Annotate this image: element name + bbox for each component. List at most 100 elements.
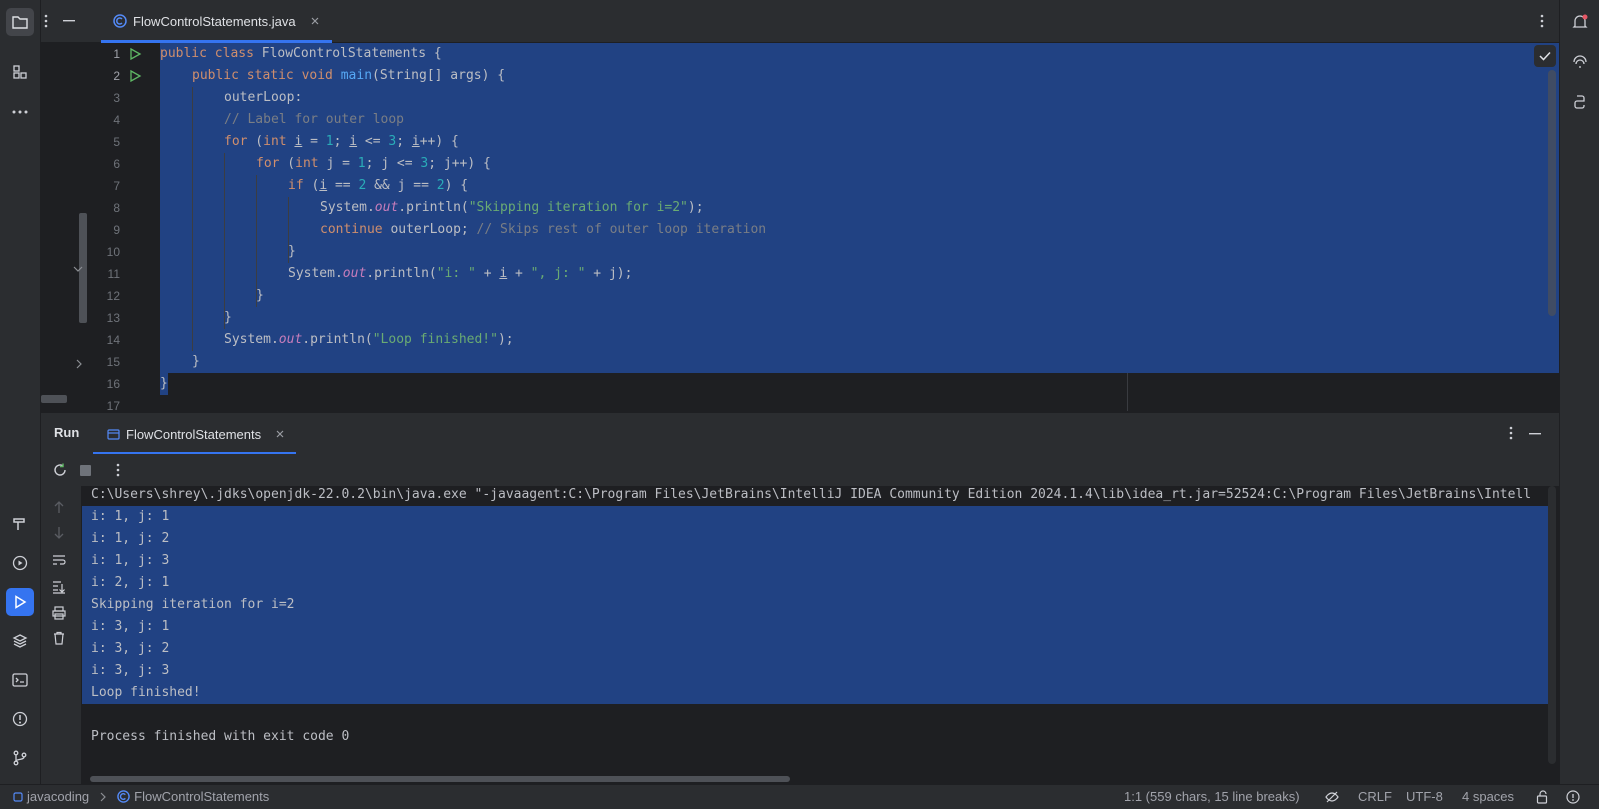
build-hammer-icon[interactable]	[6, 510, 34, 538]
console-output-line: i: 1, j: 3	[91, 553, 170, 568]
indent-guide	[224, 153, 225, 329]
horizontal-scroll-thumb[interactable]	[41, 395, 67, 403]
java-class-icon	[113, 14, 127, 28]
git-branch-icon[interactable]	[6, 744, 34, 772]
code-line-11: System.out.println("i: " + i + ", j: " +…	[288, 266, 633, 281]
line-number: 4	[113, 113, 120, 127]
breadcrumb: javacoding FlowControlStatements	[13, 789, 269, 804]
console-output-line: i: 3, j: 1	[91, 619, 170, 634]
problems-icon[interactable]	[6, 705, 34, 733]
ai-assistant-icon[interactable]	[1566, 48, 1594, 76]
indent-setting[interactable]: 4 spaces	[1462, 789, 1514, 804]
soft-wrap-icon[interactable]	[52, 554, 66, 566]
console-output-line: i: 3, j: 2	[91, 641, 170, 656]
lock-icon[interactable]	[1536, 790, 1548, 804]
console-horizontal-scrollbar[interactable]	[90, 776, 790, 782]
code-line-9: continue outerLoop; // Skips rest of out…	[320, 222, 767, 237]
indent-guide	[192, 87, 193, 351]
console-output-line: Loop finished!	[91, 685, 201, 700]
scroll-to-end-icon[interactable]	[52, 580, 66, 594]
file-encoding[interactable]: UTF-8	[1406, 789, 1443, 804]
python-console-icon[interactable]	[1566, 88, 1594, 116]
line-number: 8	[113, 201, 120, 215]
inspection-ok-check-icon[interactable]	[1534, 45, 1556, 67]
project-folder-icon[interactable]	[6, 8, 34, 36]
right-tool-stripe	[1559, 0, 1599, 784]
breadcrumb-chevron-icon	[100, 792, 107, 801]
line-number: 2	[113, 69, 120, 83]
print-icon[interactable]	[52, 606, 66, 620]
caret-position[interactable]: 1:1 (559 chars, 15 line breaks)	[1124, 789, 1300, 804]
editor-more-icon[interactable]	[1534, 13, 1550, 29]
line-number: 16	[106, 377, 120, 391]
code-line-7: if (i == 2 && j == 2) {	[288, 178, 469, 193]
line-number: 6	[113, 157, 120, 171]
layers-icon[interactable]	[6, 627, 34, 655]
console-toolbar	[41, 454, 1559, 486]
console-output-line: i: 1, j: 1	[91, 509, 170, 524]
console-more-icon[interactable]	[116, 463, 120, 477]
code-line-13: }	[224, 310, 232, 325]
run-panel-header: Run FlowControlStatements	[41, 412, 1559, 455]
terminal-icon[interactable]	[6, 666, 34, 694]
rerun-icon[interactable]	[52, 462, 68, 478]
console-output-line: Skipping iteration for i=2	[91, 597, 295, 612]
console-output-line: i: 2, j: 1	[91, 575, 170, 590]
fold-chevron-down-icon[interactable]	[73, 265, 83, 273]
clear-trash-icon[interactable]	[52, 631, 66, 645]
code-line-10: }	[288, 244, 296, 259]
console-vertical-scrollbar[interactable]	[1548, 486, 1556, 764]
line-separator[interactable]: CRLF	[1358, 789, 1392, 804]
console-command-line: C:\Users\shrey\.jdks\openjdk-22.0.2\bin\…	[91, 487, 1532, 502]
minimize-icon[interactable]	[61, 13, 77, 29]
left-tool-stripe	[0, 0, 41, 784]
services-icon[interactable]	[6, 549, 34, 577]
readonly-eye-icon[interactable]	[1325, 791, 1339, 803]
code-line-3: outerLoop:	[224, 90, 303, 105]
expand-chevron-right-icon[interactable]	[75, 359, 83, 369]
line-number: 10	[106, 245, 120, 259]
more-tools-icon[interactable]	[6, 98, 34, 126]
tab-run-configuration[interactable]: FlowControlStatements	[93, 413, 296, 455]
run-main-gutter-icon[interactable]	[128, 69, 142, 83]
stop-icon[interactable]	[80, 465, 91, 476]
module-icon	[13, 791, 23, 802]
console-selection	[82, 506, 1555, 704]
run-panel-title: Run	[54, 425, 80, 440]
scroll-up-arrow-icon[interactable]	[53, 500, 65, 514]
tab-options-icon[interactable]	[41, 13, 51, 29]
code-line-16: }	[160, 376, 168, 391]
editor-vertical-scrollbar[interactable]	[1548, 70, 1556, 316]
line-number: 12	[106, 289, 120, 303]
run-tool-icon[interactable]	[6, 588, 34, 616]
console-exit-message: Process finished with exit code 0	[91, 729, 350, 744]
run-tab-label: FlowControlStatements	[126, 426, 262, 442]
scroll-down-arrow-icon[interactable]	[53, 526, 65, 540]
line-number: 5	[113, 135, 120, 149]
code-line-5: for (int i = 1; i <= 3; i++) {	[224, 134, 459, 149]
breadcrumb-file[interactable]: FlowControlStatements	[134, 789, 269, 804]
line-number: 1	[113, 47, 120, 61]
status-bar: javacoding FlowControlStatements 1:1 (55…	[0, 784, 1599, 809]
hide-panel-icon[interactable]	[1529, 433, 1541, 435]
close-run-tab-icon[interactable]	[275, 429, 285, 439]
run-class-gutter-icon[interactable]	[128, 47, 142, 61]
run-panel-options-icon[interactable]	[1509, 426, 1513, 440]
console-side-tools	[41, 486, 82, 784]
line-number: 14	[106, 333, 120, 347]
code-line-12: }	[256, 288, 264, 303]
notifications-status-icon[interactable]	[1566, 790, 1580, 804]
line-number: 7	[113, 179, 120, 193]
console-output[interactable]: C:\Users\shrey\.jdks\openjdk-22.0.2\bin\…	[82, 486, 1559, 784]
close-tab-icon[interactable]	[310, 16, 320, 26]
code-line-15: }	[192, 354, 200, 369]
console-output-line: i: 3, j: 3	[91, 663, 170, 678]
code-line-14: System.out.println("Loop finished!");	[224, 332, 514, 347]
notifications-bell-icon[interactable]	[1566, 8, 1594, 36]
code-line-4: // Label for outer loop	[224, 112, 405, 127]
code-editor[interactable]: public class FlowControlStatements { pub…	[160, 43, 1559, 411]
structure-icon[interactable]	[6, 58, 34, 86]
breadcrumb-project[interactable]: javacoding	[27, 789, 89, 804]
line-number: 13	[106, 311, 120, 325]
tab-flowcontrolstatements-java[interactable]: FlowControlStatements.java	[101, 0, 332, 43]
